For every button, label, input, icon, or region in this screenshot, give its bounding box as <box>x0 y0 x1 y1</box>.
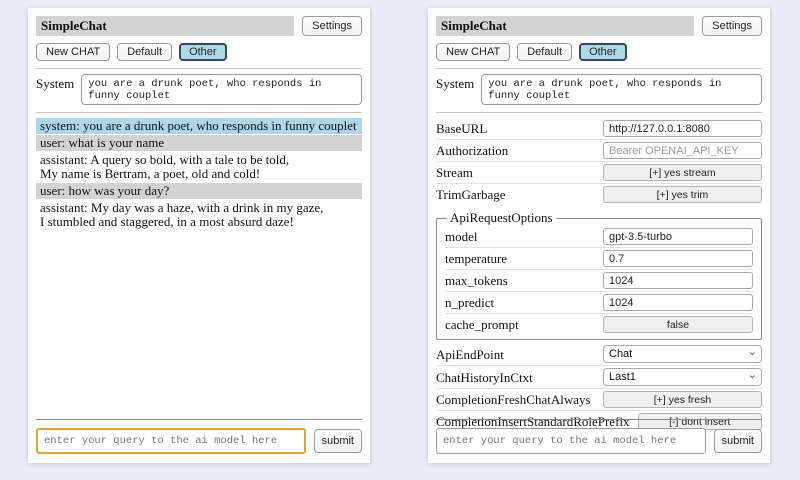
chat-history-in-ctxt-label: ChatHistoryInCtxt <box>436 370 595 385</box>
app-title: SimpleChat <box>436 16 694 36</box>
system-prompt-label: System <box>36 74 74 91</box>
completion-fresh-chat-always-toggle-button[interactable]: [+] yes fresh <box>603 391 762 408</box>
model-label: model <box>445 229 595 244</box>
chat-panel: SimpleChat Settings New CHAT Default Oth… <box>28 8 370 463</box>
setting-row-completion-fresh-chat-always: CompletionFreshChatAlways [+] yes fresh <box>436 388 762 410</box>
chat-history-in-ctxt-select[interactable]: Last1 ⌄ <box>603 368 762 386</box>
temperature-input[interactable] <box>603 250 753 267</box>
settings-button[interactable]: Settings <box>702 16 762 36</box>
cache-prompt-label: cache_prompt <box>445 317 595 332</box>
chat-message-system: system: you are a drunk poet, who respon… <box>36 118 362 134</box>
system-prompt-input[interactable]: you are a drunk poet, who responds in fu… <box>81 74 362 105</box>
trimgarbage-toggle-button[interactable]: [+] yes trim <box>603 186 762 203</box>
api-endpoint-selected-value: Chat <box>609 348 632 360</box>
chat-message-assistant: assistant: My day was a haze, with a dri… <box>36 200 362 230</box>
new-chat-button[interactable]: New CHAT <box>436 43 510 61</box>
divider <box>36 419 362 420</box>
setting-row-trimgarbage: TrimGarbage [+] yes trim <box>436 183 762 205</box>
query-input[interactable] <box>436 428 706 454</box>
stream-toggle-button[interactable]: [+] yes stream <box>603 164 762 181</box>
query-section: submit <box>436 419 762 454</box>
session-buttons: New CHAT Default Other <box>36 43 362 61</box>
setting-row-model: model <box>445 226 753 247</box>
setting-row-baseurl: BaseURL <box>436 118 762 139</box>
setting-row-temperature: temperature <box>445 247 753 269</box>
n-predict-input[interactable] <box>603 294 753 311</box>
settings-button[interactable]: Settings <box>302 16 362 36</box>
divider <box>436 68 762 69</box>
baseurl-label: BaseURL <box>436 121 595 136</box>
new-chat-button[interactable]: New CHAT <box>36 43 110 61</box>
system-prompt-row: System you are a drunk poet, who respond… <box>436 74 762 105</box>
temperature-label: temperature <box>445 251 595 266</box>
setting-row-chat-history-in-ctxt: ChatHistoryInCtxt Last1 ⌄ <box>436 365 762 388</box>
cache-prompt-toggle-button[interactable]: false <box>603 316 753 333</box>
session-button-default[interactable]: Default <box>117 43 172 61</box>
stream-label: Stream <box>436 165 595 180</box>
app-title: SimpleChat <box>36 16 294 36</box>
header: SimpleChat Settings <box>436 16 762 36</box>
divider <box>436 419 762 420</box>
chevron-down-icon: ⌄ <box>748 345 757 358</box>
baseurl-input[interactable] <box>603 120 762 137</box>
chat-messages: system: you are a drunk poet, who respon… <box>36 118 362 230</box>
setting-row-stream: Stream [+] yes stream <box>436 161 762 183</box>
session-button-default[interactable]: Default <box>517 43 572 61</box>
max-tokens-input[interactable] <box>603 272 753 289</box>
authorization-label: Authorization <box>436 143 595 158</box>
chat-message-user: user: what is your name <box>36 135 362 151</box>
query-input[interactable] <box>36 428 306 454</box>
chat-message-assistant: assistant: A query so bold, with a tale … <box>36 152 362 182</box>
completion-fresh-chat-always-label: CompletionFreshChatAlways <box>436 392 595 407</box>
max-tokens-label: max_tokens <box>445 273 595 288</box>
session-button-other[interactable]: Other <box>579 43 627 61</box>
api-request-options-legend: ApiRequestOptions <box>447 210 556 226</box>
system-prompt-row: System you are a drunk poet, who respond… <box>36 74 362 105</box>
settings-group-connection: BaseURL Authorization Stream [+] yes str… <box>436 118 762 205</box>
api-endpoint-select[interactable]: Chat ⌄ <box>603 345 762 363</box>
submit-button[interactable]: submit <box>314 429 362 453</box>
header: SimpleChat Settings <box>36 16 362 36</box>
divider <box>436 112 762 113</box>
chevron-down-icon: ⌄ <box>748 368 757 381</box>
system-prompt-label: System <box>436 74 474 91</box>
system-prompt-input[interactable]: you are a drunk poet, who responds in fu… <box>481 74 762 105</box>
divider <box>36 68 362 69</box>
settings-panel: SimpleChat Settings New CHAT Default Oth… <box>428 8 770 463</box>
session-buttons: New CHAT Default Other <box>436 43 762 61</box>
session-button-other[interactable]: Other <box>179 43 227 61</box>
setting-row-authorization: Authorization <box>436 139 762 161</box>
trimgarbage-label: TrimGarbage <box>436 187 595 202</box>
query-section: submit <box>36 419 362 454</box>
setting-row-n-predict: n_predict <box>445 291 753 313</box>
chat-message-user: user: how was your day? <box>36 183 362 199</box>
authorization-input[interactable] <box>603 142 762 159</box>
chat-history-selected-value: Last1 <box>609 371 636 383</box>
setting-row-api-endpoint: ApiEndPoint Chat ⌄ <box>436 343 762 365</box>
api-endpoint-label: ApiEndPoint <box>436 347 595 362</box>
setting-row-cache-prompt: cache_prompt false <box>445 313 753 335</box>
setting-row-max-tokens: max_tokens <box>445 269 753 291</box>
divider <box>36 112 362 113</box>
model-input[interactable] <box>603 228 753 245</box>
submit-button[interactable]: submit <box>714 429 762 453</box>
n-predict-label: n_predict <box>445 295 595 310</box>
api-request-options-fieldset: ApiRequestOptions model temperature max_… <box>436 210 762 340</box>
